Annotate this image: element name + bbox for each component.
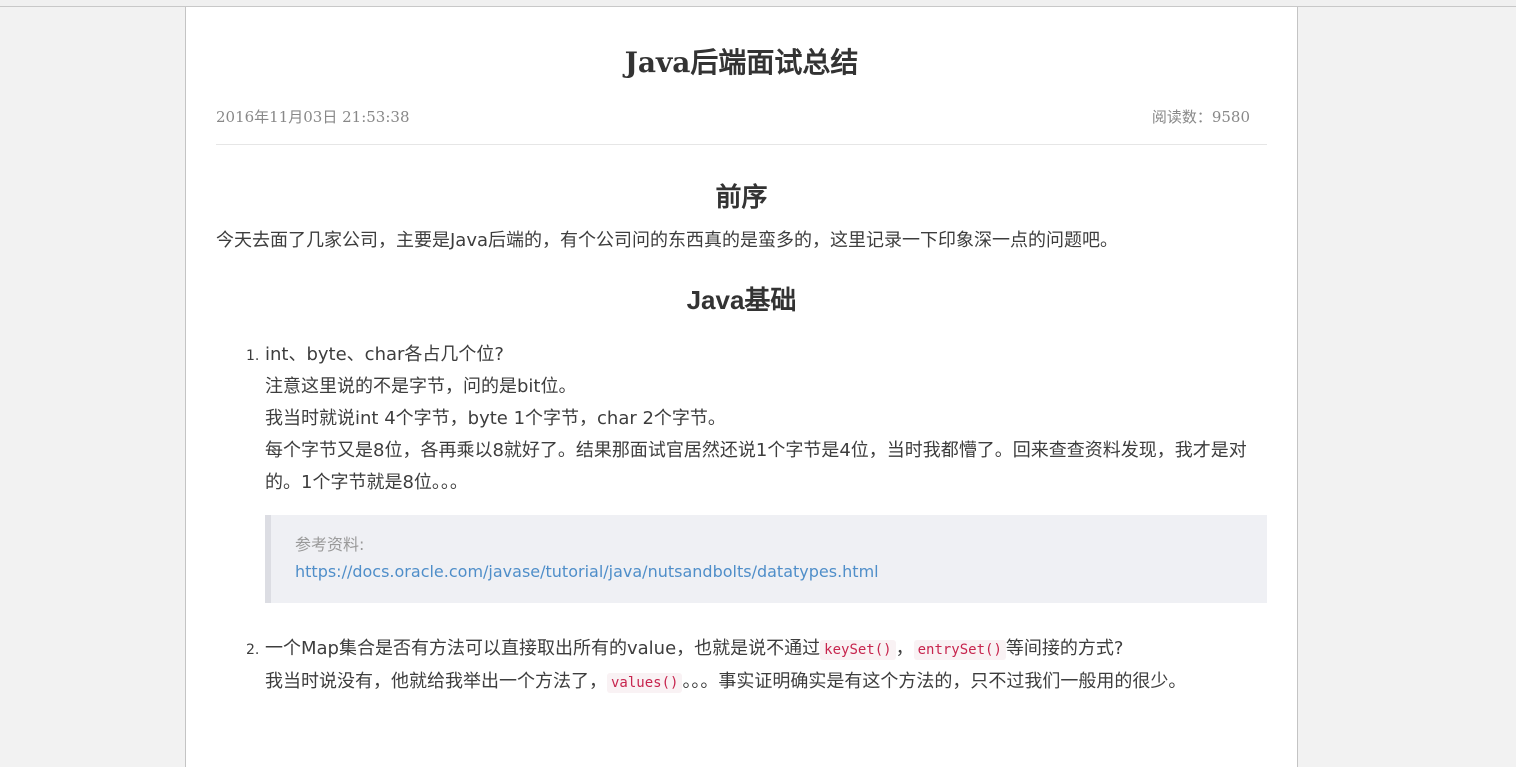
inline-code: keySet() — [820, 640, 896, 660]
list-number: 1. — [246, 348, 260, 364]
answer-line: 注意这里说的不是字节，问的是bit位。 — [265, 376, 577, 397]
question-text: int、byte、char各占几个位? — [265, 344, 504, 365]
article-card: Java后端面试总结 2016年11月03日 21:53:38 阅读数：9580… — [185, 7, 1298, 767]
answer-text-part: 。。。事实证明确实是有这个方法的，只不过我们一般用的很少。 — [682, 671, 1187, 692]
question-text-part: 一个Map集合是否有方法可以直接取出所有的value，也就是说不通过 — [265, 638, 821, 659]
article-meta: 2016年11月03日 21:53:38 阅读数：9580 — [216, 104, 1267, 145]
answer-text: 我当时说没有，他就给我举出一个方法了， values() 。。。事实证明确实是有这个… — [265, 666, 1267, 699]
answer-line: 我当时就说int 4个字节，byte 1个字节，char 2个字节。 — [265, 408, 726, 429]
section-heading-java-basics: Java基础 — [686, 285, 797, 315]
read-count: 阅读数：9580 — [1151, 108, 1250, 126]
list-item: 1. int、byte、char各占几个位? 注意这里说的不是字节，问的是bit… — [246, 339, 1267, 603]
preface-paragraph: 今天去面了几家公司，主要是Java后端的，有个公司问的东西真的是蛮多的，这里记录… — [216, 230, 1119, 251]
publish-date: 2016年11月03日 21:53:38 — [216, 108, 410, 126]
question-list: 1. int、byte、char各占几个位? 注意这里说的不是字节，问的是bit… — [216, 339, 1267, 699]
article-title: Java后端面试总结 — [624, 46, 859, 79]
answer-line: 每个字节又是8位，各再乘以8就好了。结果那面试官居然还说1个字节是4位，当时我都… — [265, 440, 1247, 493]
browser-top-strip — [0, 0, 1516, 7]
reference-blockquote: 参考资料: https://docs.oracle.com/javase/tut… — [265, 515, 1267, 603]
answer-text-part: 我当时说没有，他就给我举出一个方法了， — [265, 671, 607, 692]
article-content: 前序 今天去面了几家公司，主要是Java后端的，有个公司问的东西真的是蛮多的，这… — [216, 177, 1267, 699]
inline-code: values() — [607, 673, 683, 693]
question-text: 一个Map集合是否有方法可以直接取出所有的value，也就是说不通过 keySet… — [265, 633, 1267, 666]
question-text-part: 等间接的方式? — [1005, 638, 1124, 659]
list-number: 2. — [246, 642, 260, 658]
reference-link[interactable]: https://docs.oracle.com/javase/tutorial/… — [295, 562, 879, 581]
question-text-part: ， — [895, 638, 914, 659]
inline-code: entrySet() — [913, 640, 1006, 660]
reference-label: 参考资料: — [295, 535, 365, 554]
section-heading-preface: 前序 — [715, 182, 768, 212]
list-item: 2. 一个Map集合是否有方法可以直接取出所有的value，也就是说不通过 key… — [246, 633, 1267, 699]
